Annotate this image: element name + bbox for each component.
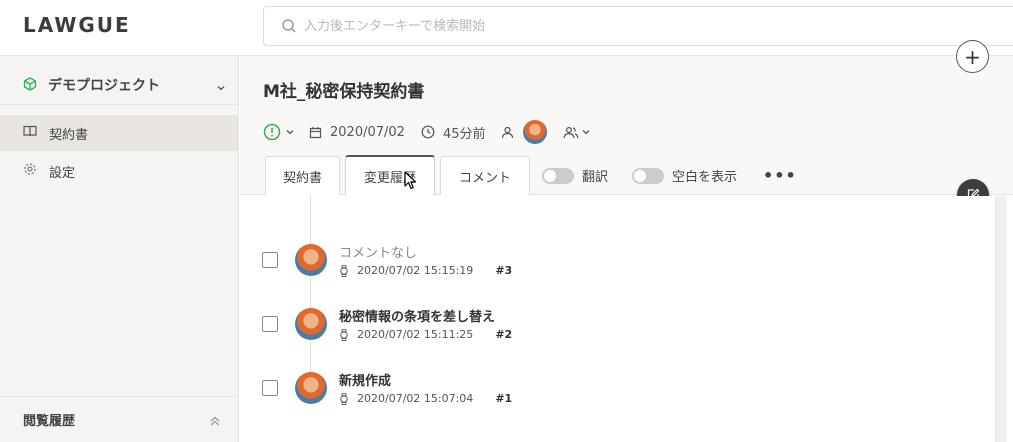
revision-item[interactable]: コメントなし 2020/07/02 15:15:19 #3	[262, 238, 962, 278]
translate-toggle[interactable]: 翻訳	[542, 166, 608, 185]
tab-contract[interactable]: 契約書	[265, 156, 340, 195]
top-bar: LAWGUE	[0, 0, 1013, 56]
sidebar: デモプロジェクト 契約書 設定 閲覧履歴	[0, 56, 239, 442]
search-box[interactable]	[263, 6, 1013, 46]
members-selector[interactable]	[563, 126, 591, 139]
elapsed-meta: 45分前	[421, 123, 486, 142]
date-meta: 2020/07/02	[309, 125, 405, 140]
chevron-down-icon[interactable]	[216, 78, 226, 97]
chevron-down-icon	[286, 130, 294, 135]
revision-timestamp: 2020/07/02 15:15:19	[357, 264, 474, 277]
clock-icon	[421, 125, 435, 139]
avatar	[295, 244, 327, 276]
document-elapsed: 45分前	[442, 126, 486, 142]
page-title: M社_秘密保持契約書	[263, 82, 425, 102]
book-icon	[23, 124, 37, 142]
document-date: 2020/07/02	[330, 124, 405, 140]
revision-title: 新規作成	[339, 374, 392, 389]
document-meta: 2020/07/02 45分前	[263, 120, 591, 144]
revision-number: #1	[495, 392, 513, 405]
user-icon	[502, 126, 514, 138]
revision-title: コメントなし	[339, 246, 418, 261]
status-alert-icon	[263, 123, 281, 141]
document-tabs: 契約書 変更履歴 コメント 翻訳 空白を表示 •••	[265, 155, 797, 195]
tab-change-history[interactable]: 変更履歴	[345, 155, 435, 195]
revision-meta: 2020/07/02 15:07:04 #1	[339, 392, 512, 405]
revision-item[interactable]: 秘密情報の条項を差し替え 2020/07/02 15:11:25 #2	[262, 302, 962, 342]
watch-icon	[340, 392, 348, 405]
revision-title: 秘密情報の条項を差し替え	[339, 310, 496, 325]
revision-history-list: コメントなし 2020/07/02 15:15:19 #3 秘密情報の条項を差し…	[240, 196, 995, 442]
revision-checkbox[interactable]	[262, 252, 278, 268]
gear-icon	[23, 162, 37, 180]
add-button[interactable]: +	[956, 40, 989, 73]
double-chevron-up-icon[interactable]	[209, 415, 221, 431]
document-header: M社_秘密保持契約書 2020/07/02 45分前 契約書 変更履歴 コメント	[240, 56, 1013, 195]
status-selector[interactable]	[263, 123, 295, 141]
revision-number: #3	[495, 264, 513, 277]
sidebar-item-label: 設定	[49, 165, 76, 181]
watch-icon	[340, 264, 348, 277]
revision-meta: 2020/07/02 15:15:19 #3	[339, 264, 512, 277]
revision-item[interactable]: 新規作成 2020/07/02 15:07:04 #1	[262, 366, 962, 406]
chevron-down-icon	[583, 130, 590, 135]
revision-timestamp: 2020/07/02 15:11:25	[357, 328, 474, 341]
project-name: デモプロジェクト	[48, 78, 160, 94]
translate-switch[interactable]	[542, 167, 574, 184]
show-whitespace-switch[interactable]	[632, 167, 665, 184]
owner-meta[interactable]	[501, 120, 548, 144]
mouse-cursor-icon	[404, 171, 417, 190]
translate-label: 翻訳	[582, 170, 609, 185]
show-whitespace-label: 空白を表示	[672, 170, 738, 185]
scrollbar[interactable]	[995, 196, 1007, 442]
calendar-icon	[309, 126, 322, 138]
watch-icon	[340, 328, 348, 341]
revision-number: #2	[495, 328, 513, 341]
app-logo[interactable]: LAWGUE	[23, 13, 131, 37]
sidebar-item-contracts[interactable]: 契約書	[0, 115, 238, 151]
revision-checkbox[interactable]	[262, 316, 278, 332]
more-options-button[interactable]: •••	[763, 166, 797, 185]
avatar	[295, 308, 327, 340]
sidebar-divider	[0, 104, 238, 105]
sidebar-item-settings[interactable]: 設定	[0, 153, 238, 189]
cube-icon	[23, 76, 37, 95]
avatar	[295, 372, 327, 404]
search-input[interactable]	[304, 15, 904, 37]
tab-comments[interactable]: コメント	[440, 156, 530, 195]
project-selector[interactable]: デモプロジェクト	[23, 74, 228, 96]
revision-checkbox[interactable]	[262, 380, 278, 396]
browsing-history-label: 閲覧履歴	[23, 414, 76, 429]
owner-avatar[interactable]	[523, 120, 548, 144]
show-whitespace-toggle[interactable]: 空白を表示	[632, 166, 737, 185]
revision-timestamp: 2020/07/02 15:07:04	[357, 392, 474, 405]
revision-meta: 2020/07/02 15:11:25 #2	[339, 328, 512, 341]
sidebar-item-label: 契約書	[49, 127, 89, 143]
search-icon	[281, 18, 297, 38]
users-icon	[564, 126, 579, 138]
browsing-history-panel[interactable]: 閲覧履歴	[0, 396, 238, 442]
